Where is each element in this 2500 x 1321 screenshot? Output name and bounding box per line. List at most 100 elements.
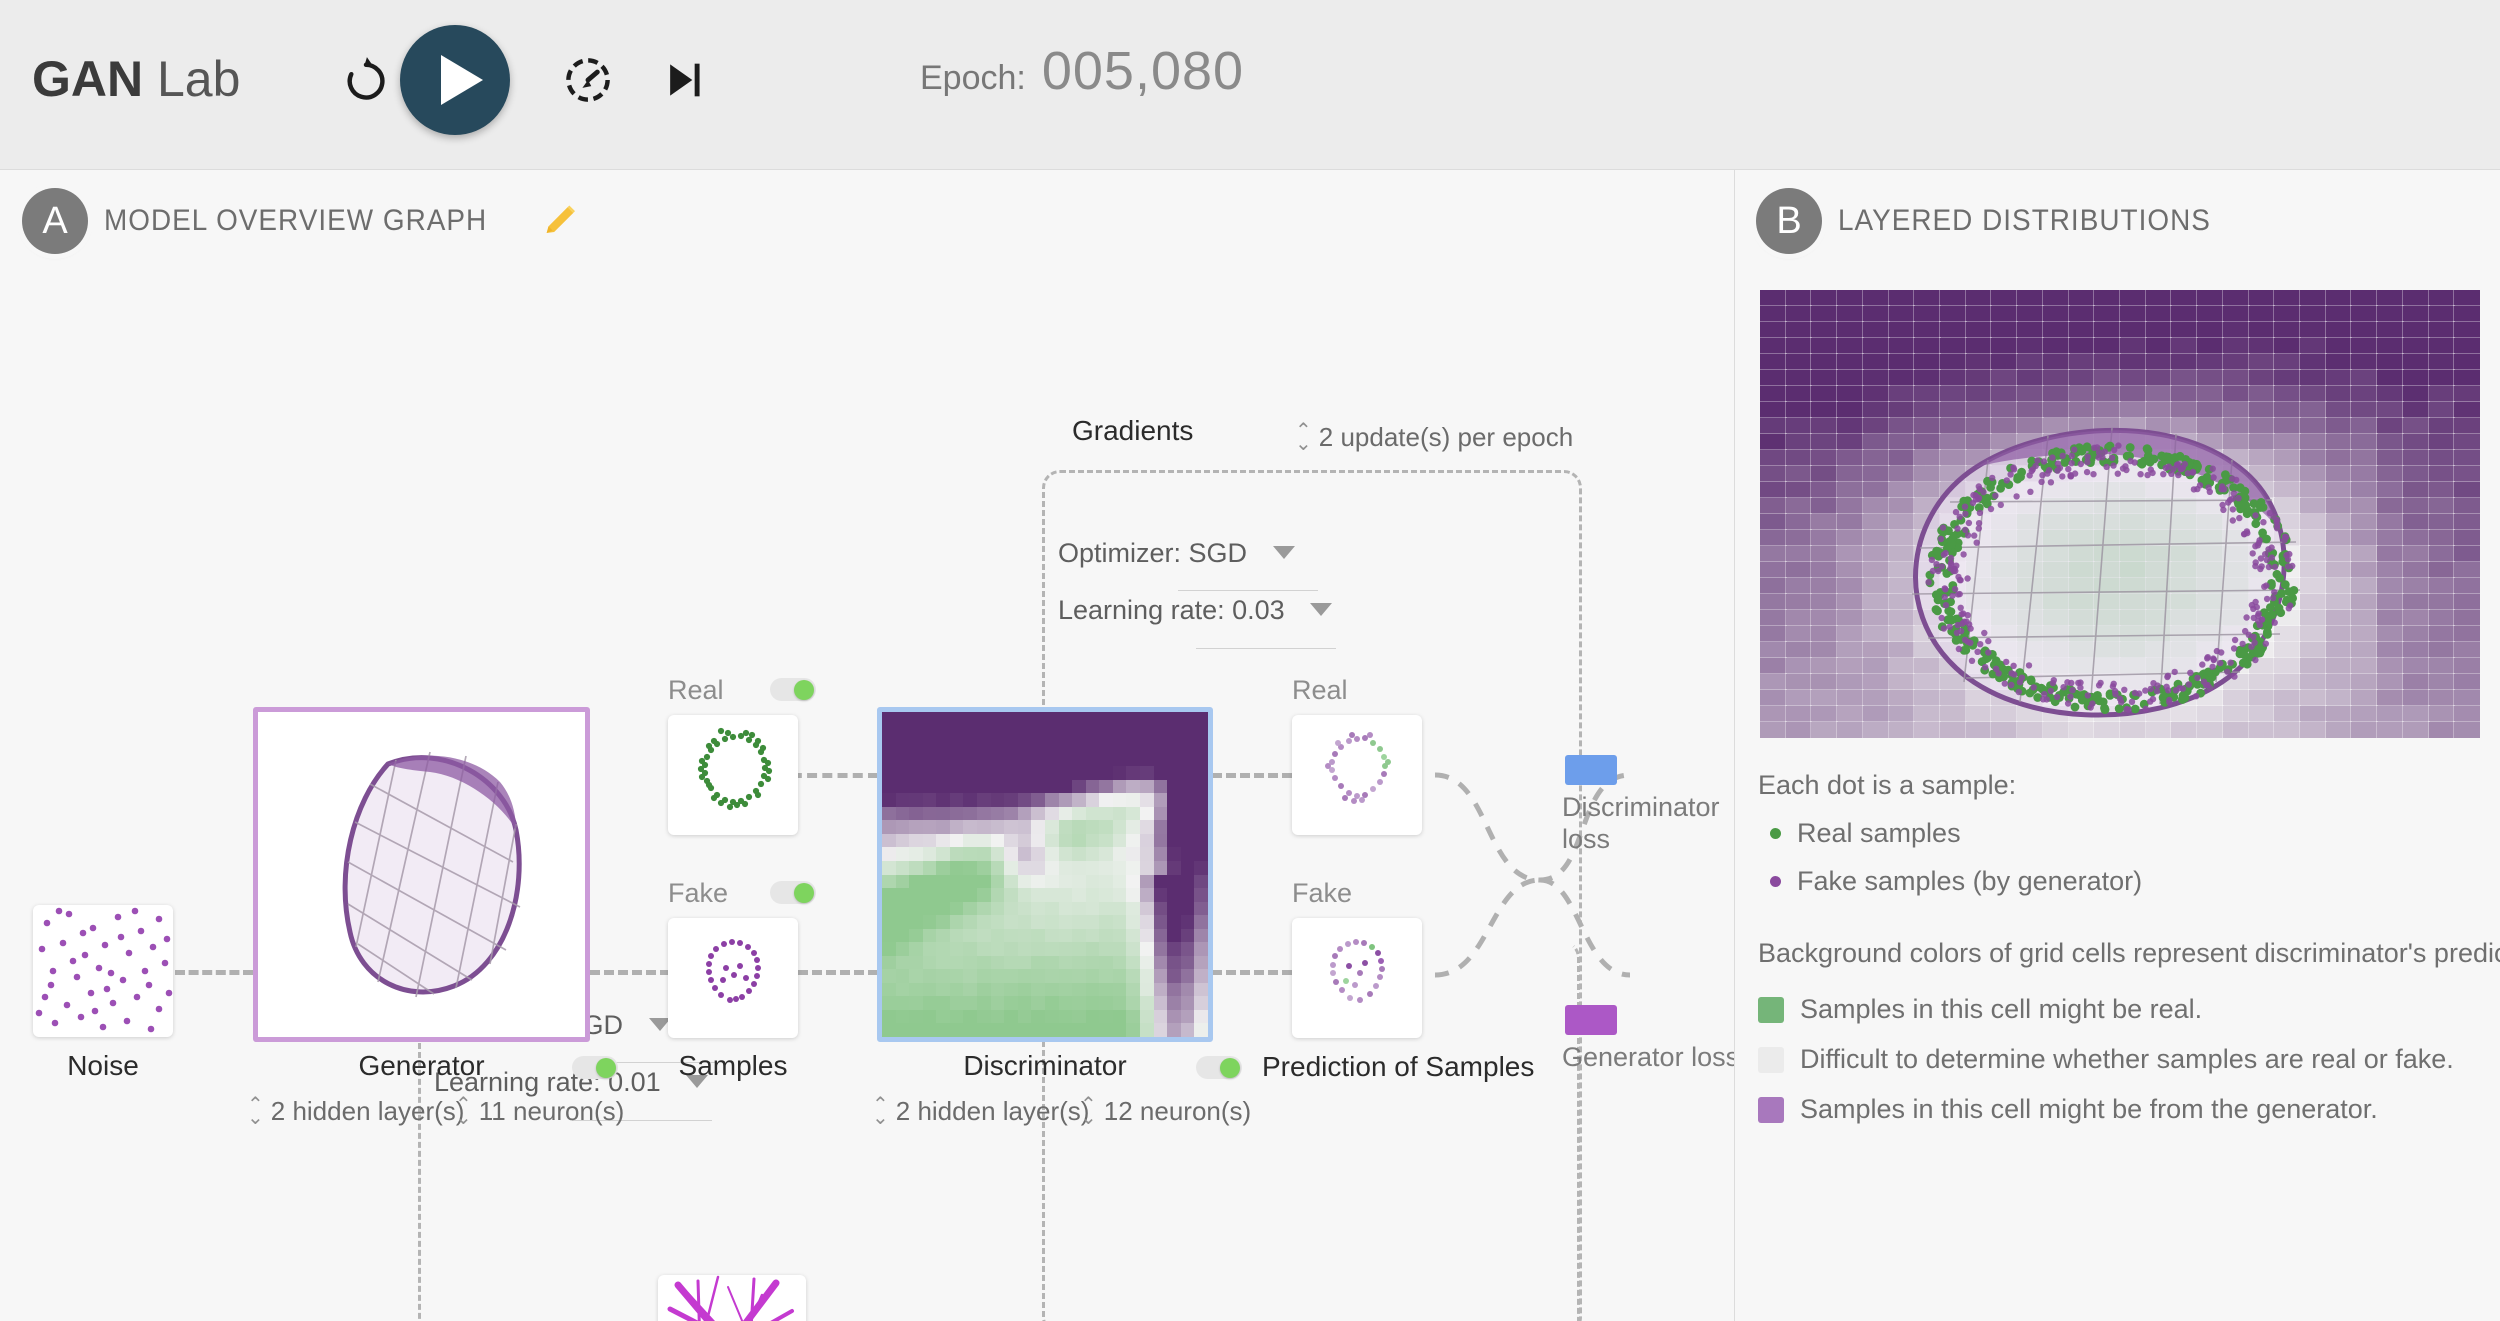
legend-bg-uncertain-label: Difficult to determine whether samples a…	[1800, 1044, 2454, 1074]
fake-sample-dot-icon	[1770, 876, 1781, 887]
spinner-down[interactable]: ⌄	[872, 1107, 889, 1128]
legend-fake-label: Fake samples (by generator)	[1797, 866, 2143, 896]
play-button[interactable]	[400, 25, 510, 135]
legend-fake-samples: Fake samples (by generator)	[1758, 866, 2142, 897]
dropdown-underline	[1196, 648, 1336, 649]
discriminator-updates-label: 2 update(s) per epoch	[1318, 422, 1574, 452]
chevron-down-icon[interactable]	[1272, 546, 1295, 559]
discriminator-label: Discriminator	[963, 1050, 1127, 1081]
edge-noise-generator	[175, 970, 253, 975]
prediction-fake-node[interactable]	[1292, 918, 1422, 1038]
chevron-down-icon[interactable]	[1310, 603, 1333, 616]
reset-button[interactable]	[338, 52, 394, 108]
generator-label: Generator	[358, 1050, 485, 1081]
speed-gauge-icon	[566, 58, 610, 102]
prediction-label: Prediction of Samples	[1262, 1051, 1535, 1082]
toggle-knob	[1220, 1057, 1240, 1078]
spinner-down[interactable]: ⌄	[1080, 1107, 1097, 1128]
panel-b-header: B LAYERED DISTRIBUTIONS	[1756, 188, 2239, 254]
generator-loss-swatch	[1565, 1005, 1617, 1035]
panel-a-badge: A	[22, 188, 88, 254]
layered-distributions-panel: B LAYERED DISTRIBUTIONS Each dot is a sa…	[1736, 170, 2500, 1321]
legend-bg-real: Samples in this cell might be real.	[1758, 994, 2202, 1025]
edge-samples-discriminator	[798, 970, 878, 975]
discriminator-node-toggle[interactable]	[1196, 1056, 1242, 1079]
real-cell-swatch-icon	[1758, 996, 1784, 1023]
legend-real-label: Real samples	[1797, 818, 1961, 848]
discriminator-layers-spinner[interactable]: ⌃ ⌄ 2 hidden layer(s)	[872, 1095, 1090, 1128]
step-button[interactable]	[655, 52, 711, 108]
discriminator-loss-label: Discriminator loss	[1562, 792, 1720, 854]
fake-samples-scatter	[706, 939, 761, 1003]
generator-neurons-label: 11 neuron(s)	[478, 1096, 625, 1126]
discriminator-layers-label: 2 hidden layer(s)	[895, 1096, 1090, 1126]
spinner-down[interactable]: ⌄	[455, 1107, 472, 1128]
epoch-display: Epoch: 005,080	[920, 40, 1244, 102]
legend-bg-fake-label: Samples in this cell might be from the g…	[1800, 1094, 2378, 1124]
panel-a-header: A MODEL OVERVIEW GRAPH	[22, 188, 580, 254]
pencil-icon[interactable]	[540, 201, 580, 241]
discriminator-updates-spinner[interactable]: ⌃ ⌄ 2 update(s) per epoch	[1295, 421, 1574, 454]
reset-icon	[347, 57, 385, 100]
real-sample-dot-icon	[1770, 828, 1781, 839]
spinner-arrows[interactable]: ⌃ ⌄	[455, 1095, 472, 1128]
model-overview-panel: A MODEL OVERVIEW GRAPH Gradients ⌃ ⌄ 2 u…	[0, 170, 1735, 1321]
generator-manifold	[342, 751, 522, 998]
spinner-arrows[interactable]: ⌃ ⌄	[872, 1095, 889, 1128]
dropdown-underline	[1178, 590, 1318, 591]
real-samples-node[interactable]	[668, 715, 798, 835]
sample-dots-overlay	[1925, 441, 2299, 714]
spinner-down[interactable]: ⌄	[1295, 433, 1312, 454]
prediction-real-node[interactable]	[1292, 715, 1422, 835]
epoch-label: Epoch:	[920, 59, 1026, 97]
samples-label: Samples	[678, 1050, 788, 1081]
prediction-real-scatter	[1325, 732, 1391, 804]
samples-node[interactable]	[668, 918, 798, 1038]
logo-rest: Lab	[143, 51, 241, 107]
discriminator-node[interactable]	[877, 707, 1213, 1042]
generator-neurons-spinner[interactable]: ⌃ ⌄ 11 neuron(s)	[455, 1095, 625, 1128]
legend-real-samples: Real samples	[1758, 818, 1961, 849]
epoch-value: 005,080	[1041, 41, 1245, 101]
panel-b-title: LAYERED DISTRIBUTIONS	[1838, 204, 2211, 237]
generator-node[interactable]	[253, 707, 590, 1042]
panel-b-badge: B	[1756, 188, 1822, 254]
gradients-top-label: Gradients	[1072, 415, 1194, 446]
spinner-down[interactable]: ⌄	[247, 1107, 264, 1128]
toggle-knob	[794, 882, 814, 903]
fake-samples-label: Fake	[668, 878, 729, 908]
play-icon	[441, 55, 483, 105]
discriminator-optimizer-label: Optimizer: SGD	[1058, 538, 1248, 568]
prediction-fake-scatter	[1330, 939, 1385, 1003]
speed-button[interactable]	[560, 52, 616, 108]
discriminator-lr-dropdown[interactable]: Learning rate: 0.03	[1058, 595, 1333, 626]
generator-layers-spinner[interactable]: ⌃ ⌄ 2 hidden layer(s)	[247, 1095, 465, 1128]
legend-bg-fake: Samples in this cell might be from the g…	[1758, 1094, 2378, 1125]
gradients-node[interactable]	[658, 1275, 806, 1321]
edge-generator-samples	[590, 970, 670, 975]
spinner-arrows[interactable]: ⌃ ⌄	[1295, 421, 1312, 454]
noise-node[interactable]	[33, 905, 173, 1037]
discriminator-neurons-spinner[interactable]: ⌃ ⌄ 12 neuron(s)	[1080, 1095, 1251, 1128]
spinner-arrows[interactable]: ⌃ ⌄	[1080, 1095, 1097, 1128]
fake-samples-toggle[interactable]	[770, 881, 816, 904]
toggle-knob	[596, 1057, 616, 1078]
gradients-vectors	[667, 1275, 794, 1321]
edge-discriminator-fakepred	[1212, 970, 1292, 975]
spinner-arrows[interactable]: ⌃ ⌄	[247, 1095, 264, 1128]
layered-distribution-chart[interactable]	[1760, 290, 2480, 738]
generator-node-toggle[interactable]	[572, 1056, 618, 1079]
generator-layers-label: 2 hidden layer(s)	[270, 1096, 465, 1126]
discriminator-optimizer-dropdown[interactable]: Optimizer: SGD	[1058, 538, 1295, 569]
toggle-knob	[794, 679, 814, 700]
generator-loss-label: Generator loss	[1562, 1042, 1735, 1072]
prediction-fake-label: Fake	[1292, 878, 1353, 908]
discriminator-lr-label: Learning rate: 0.03	[1058, 595, 1285, 625]
legend-bg-heading: Background colors of grid cells represen…	[1758, 938, 2500, 968]
noise-scatter-plot	[35, 907, 173, 1033]
legend-bg-real-label: Samples in this cell might be real.	[1800, 994, 2203, 1024]
real-samples-toggle[interactable]	[770, 678, 816, 701]
noise-label: Noise	[67, 1050, 139, 1081]
app-logo: GAN Lab	[32, 50, 240, 108]
step-forward-icon	[670, 63, 700, 97]
